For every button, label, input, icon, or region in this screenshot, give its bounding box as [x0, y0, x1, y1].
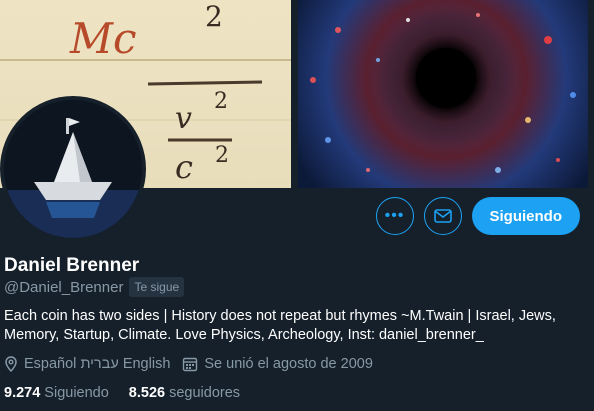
followers-count: 8.526 [128, 385, 166, 401]
more-options-button[interactable]: ••• [375, 197, 414, 235]
formula-text-exponent: 2 [205, 0, 223, 33]
header-right-image [298, 0, 588, 188]
formula-text-v: v [175, 101, 192, 136]
profile-name: Daniel Brenner [4, 255, 140, 276]
profile-bio: Each coin has two sides | History does n… [4, 308, 556, 343]
profile-handle: @Daniel_Brenner [4, 278, 124, 296]
profile-stats: 9.274 Siguiendo 8.526 seguidores [4, 385, 240, 401]
following-count: 9.274 [4, 385, 41, 401]
avatar[interactable] [0, 96, 146, 242]
following-label: Siguiendo [44, 385, 109, 401]
location-pin-icon [5, 356, 17, 372]
handle-row: @Daniel_Brenner Te sigue [4, 277, 185, 297]
more-icon: ••• [384, 207, 405, 224]
joined-item: Se unió el agosto de 2009 [182, 356, 373, 372]
profile-location: Español עברית English [24, 356, 171, 372]
calendar-icon [183, 357, 198, 372]
profile-actions: ••• Siguiendo [375, 197, 580, 235]
location-item: Español עברית English [4, 356, 170, 372]
following-button[interactable]: Siguiendo [471, 197, 580, 235]
following-stat[interactable]: 9.274 Siguiendo [4, 385, 109, 401]
paper-boat-avatar-image [4, 100, 142, 238]
formula-text-c: c [175, 148, 193, 186]
mail-icon [433, 209, 452, 223]
follows-you-badge: Te sigue [129, 277, 185, 297]
followers-label: seguidores [169, 385, 241, 401]
profile-joined-date: Se unió el agosto de 2009 [204, 356, 373, 372]
formula-text-v-exponent: 2 [214, 89, 228, 114]
formula-text-c-exponent: 2 [215, 143, 229, 168]
formula-text-mc: Mc [69, 14, 137, 63]
message-button[interactable] [423, 197, 462, 235]
followers-stat[interactable]: 8.526 seguidores [129, 385, 240, 401]
profile-meta: Español עברית English Se unió el agosto … [4, 356, 379, 372]
